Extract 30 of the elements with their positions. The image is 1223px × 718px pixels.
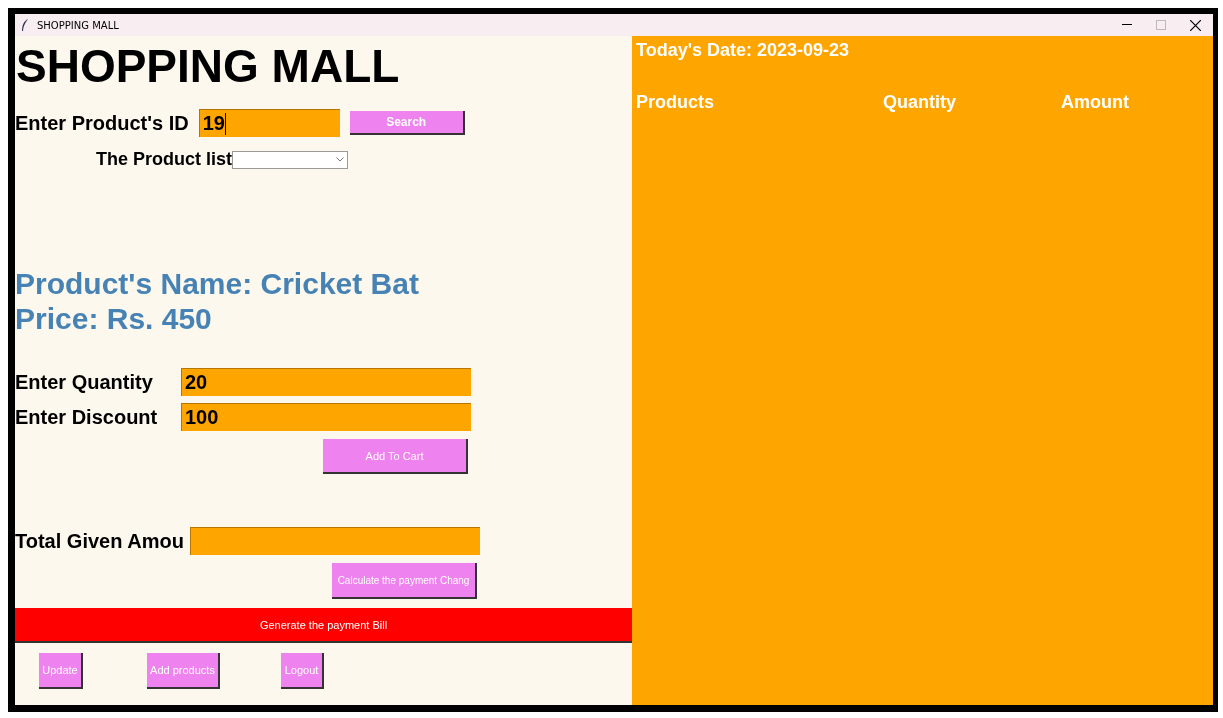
quantity-field[interactable]: 20 [181, 368, 471, 396]
product-list-label: The Product list [96, 149, 232, 170]
product-id-label: Enter Product's ID [15, 111, 189, 135]
product-list-dropdown[interactable] [232, 150, 348, 169]
add-to-cart-button[interactable]: Add To Cart [323, 439, 468, 474]
total-given-field[interactable] [190, 527, 480, 555]
app-heading: SHOPPING MALL [16, 40, 401, 92]
discount-field[interactable]: 100 [181, 403, 471, 431]
maximize-icon[interactable] [1156, 20, 1166, 30]
search-button[interactable]: Search [349, 111, 465, 135]
close-icon[interactable] [1190, 19, 1201, 31]
action-button[interactable]: Logout [281, 653, 324, 689]
generate-bill-button[interactable]: Generate the payment Bill [15, 608, 632, 643]
product-id-field[interactable]: 19 [198, 109, 340, 137]
feather-icon [21, 19, 29, 31]
minimize-icon[interactable] [1122, 24, 1132, 26]
column-header: Products [636, 92, 715, 113]
chevron-down-icon [336, 157, 344, 162]
quantity-label: Enter Quantity [15, 370, 154, 394]
price-text: Price: Rs. 450 [15, 301, 213, 336]
column-header: Quantity [883, 92, 957, 113]
action-button[interactable]: Update [39, 653, 83, 689]
window-title: SHOPPING MALL [37, 19, 119, 31]
total-given-label: Total Given Amou [15, 529, 185, 553]
discount-label: Enter Discount [15, 405, 159, 429]
calculate-change-button[interactable]: Calculate the payment Chang [332, 563, 477, 599]
action-button[interactable]: Add products [147, 653, 220, 689]
product-name-text: Product's Name: Cricket Bat [15, 266, 420, 301]
date-text: Today's Date: 2023-09-23 [636, 40, 851, 60]
column-header: Amount [1061, 92, 1130, 113]
